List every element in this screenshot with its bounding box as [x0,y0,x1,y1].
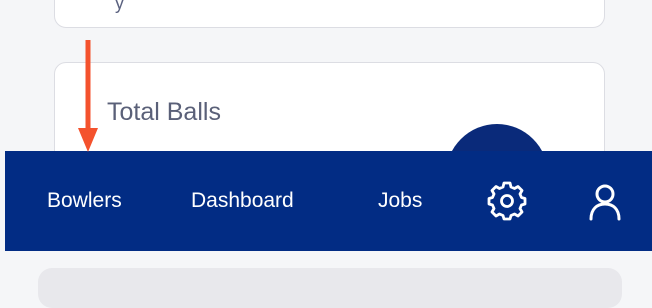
previous-card-text: y [115,0,124,13]
user-icon[interactable] [585,181,625,221]
previous-stat-card: y [54,0,605,28]
bottom-navigation-bar: Bowlers Dashboard Jobs [5,151,652,251]
annotation-arrow [78,40,98,152]
total-balls-title: Total Balls [107,98,221,126]
nav-item-bowlers[interactable]: Bowlers [47,189,122,213]
next-section-card [38,268,622,308]
nav-item-dashboard[interactable]: Dashboard [191,189,294,213]
nav-item-jobs[interactable]: Jobs [378,189,422,213]
gear-icon[interactable] [487,181,527,221]
